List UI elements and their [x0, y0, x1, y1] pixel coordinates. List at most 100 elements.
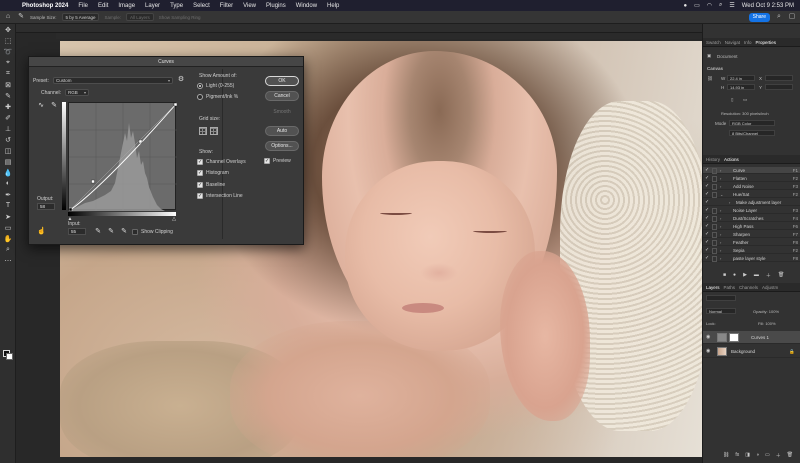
chevron-right-icon[interactable]: › — [720, 231, 721, 238]
chevron-right-icon[interactable]: › — [720, 215, 721, 222]
gradient-tool-icon[interactable]: ▤ — [0, 156, 16, 167]
check-icon[interactable]: ✓ — [705, 239, 709, 246]
curve-edit-points-icon[interactable]: ∿ — [37, 102, 45, 110]
pigment-radio[interactable] — [197, 94, 203, 100]
object-select-tool-icon[interactable]: ⌖ — [0, 57, 16, 68]
channel-dropdown[interactable]: RGB ▾ — [65, 89, 89, 96]
dialog-toggle[interactable] — [712, 239, 717, 246]
stop-icon[interactable]: ■ — [723, 272, 726, 279]
eraser-tool-icon[interactable]: ◫ — [0, 145, 16, 156]
preview-checkbox[interactable]: ✓ — [264, 158, 270, 164]
hand-tool-icon[interactable]: ✋ — [0, 233, 16, 244]
chevron-right-icon[interactable]: › — [720, 167, 721, 174]
document-tab[interactable] — [16, 24, 702, 33]
rectangle-tool-icon[interactable]: ▭ — [0, 222, 16, 233]
options-button[interactable]: Options... — [265, 141, 299, 151]
dialog-toggle[interactable] — [712, 175, 717, 182]
light-radio[interactable] — [197, 83, 203, 89]
tab-properties[interactable]: Properties — [756, 40, 777, 45]
pen-tool-icon[interactable]: ✒ — [0, 189, 16, 200]
dialog-toggle[interactable] — [712, 183, 717, 190]
tab-swatches[interactable]: Swatch — [706, 40, 721, 45]
action-row-sepia[interactable]: ✓ › Sepia F2 — [703, 247, 800, 254]
more-tools-icon[interactable]: ⋯ — [0, 255, 16, 266]
record-icon[interactable]: ● — [733, 272, 736, 279]
curves-dialog-title[interactable]: Curves — [29, 57, 303, 67]
menu-filter[interactable]: Filter — [220, 3, 233, 9]
menu-file[interactable]: File — [78, 3, 88, 9]
tab-channels[interactable]: Channels — [739, 285, 758, 290]
home-icon[interactable]: ⌂ — [4, 13, 12, 21]
menu-edit[interactable]: Edit — [98, 3, 108, 9]
chevron-right-icon[interactable]: › — [720, 239, 721, 246]
show-clipping-checkbox[interactable] — [132, 229, 138, 235]
intersection-line-checkbox[interactable]: ✓ — [197, 193, 203, 199]
status-icon[interactable]: ● — [683, 3, 687, 9]
channel-overlays-checkbox[interactable]: ✓ — [197, 159, 203, 165]
workspace-icon[interactable]: ▢ — [788, 13, 796, 21]
chevron-right-icon[interactable]: › — [729, 199, 730, 206]
menu-select[interactable]: Select — [193, 3, 210, 9]
fill-control[interactable]: Fill: 100% — [758, 321, 776, 326]
layer-row-background[interactable]: ◉ Background 🔒 — [703, 345, 800, 358]
bit-depth-dropdown[interactable]: 8 Bits/Channel — [729, 130, 775, 136]
layer-filter-dropdown[interactable] — [706, 295, 736, 301]
new-layer-icon[interactable]: ＋ — [776, 452, 781, 459]
check-icon[interactable]: ✓ — [705, 199, 709, 206]
tab-actions[interactable]: Actions — [724, 157, 739, 162]
dialog-toggle[interactable] — [712, 223, 717, 230]
eyedropper-tool-icon[interactable]: ✎ — [0, 90, 16, 101]
tab-navigator[interactable]: Navigat — [725, 40, 740, 45]
background-color-swatch[interactable] — [6, 353, 13, 360]
action-row-add-noise[interactable]: ✓ › Add Noise F3 — [703, 183, 800, 190]
healing-tool-icon[interactable]: ✚ — [0, 101, 16, 112]
menu-view[interactable]: View — [243, 3, 256, 9]
white-point-slider-icon[interactable]: △ — [170, 215, 178, 223]
chevron-right-icon[interactable]: › — [720, 255, 721, 262]
layer-row-curves-1[interactable]: ◉ Curves 1 — [703, 331, 800, 344]
tab-info[interactable]: Info — [744, 40, 752, 45]
chevron-down-icon[interactable]: ⌄ — [720, 191, 723, 198]
dialog-toggle[interactable] — [712, 255, 717, 262]
action-row-dust-scratches[interactable]: ✓ › Dust/Scratches F4 — [703, 215, 800, 222]
action-row-sharpen[interactable]: ✓ › Sharpen F7 — [703, 231, 800, 238]
menu-type[interactable]: Type — [170, 3, 183, 9]
tab-history[interactable]: History — [706, 157, 720, 162]
sample-size-dropdown[interactable]: 5 by 5 Average — [61, 13, 100, 21]
path-select-tool-icon[interactable]: ➤ — [0, 211, 16, 222]
blend-mode-dropdown[interactable]: Normal — [706, 308, 736, 314]
menu-plugins[interactable]: Plugins — [266, 3, 286, 9]
tab-paths[interactable]: Paths — [724, 285, 736, 290]
dialog-toggle[interactable] — [712, 167, 717, 174]
crop-tool-icon[interactable]: ⌗ — [0, 68, 16, 79]
zoom-tool-icon[interactable]: ⌕ — [0, 244, 16, 255]
baseline-checkbox[interactable]: ✓ — [197, 182, 203, 188]
link-icon[interactable]: ⛓ — [707, 76, 713, 82]
chevron-right-icon[interactable]: › — [720, 223, 721, 230]
check-icon[interactable]: ✓ — [705, 183, 709, 190]
layer-name[interactable]: Background — [731, 349, 755, 354]
check-icon[interactable]: ✓ — [705, 223, 709, 230]
app-name-menu[interactable]: Photoshop 2024 — [22, 3, 68, 9]
dodge-tool-icon[interactable]: ◐ — [0, 178, 16, 189]
smooth-button[interactable]: Smooth — [265, 107, 299, 117]
eye-icon[interactable]: ◉ — [706, 348, 710, 354]
action-row-flatten[interactable]: ✓ › Flatten F2 — [703, 175, 800, 182]
output-field[interactable]: 58 — [37, 203, 55, 210]
white-eyedropper-icon[interactable]: ✎ — [120, 228, 128, 236]
dialog-toggle[interactable] — [712, 247, 717, 254]
layer-name[interactable]: Curves 1 — [751, 335, 769, 340]
share-button[interactable]: Share — [748, 12, 770, 22]
simple-grid-icon[interactable] — [199, 127, 207, 135]
blur-tool-icon[interactable]: 💧 — [0, 167, 16, 178]
x-field[interactable] — [765, 75, 793, 81]
action-row-curve[interactable]: ✓ › Curve F1 — [703, 167, 800, 174]
action-row-hue-sat[interactable]: ✓ ⌄ Hue/Sat F2 — [703, 191, 800, 198]
chevron-right-icon[interactable]: › — [720, 247, 721, 254]
menu-image[interactable]: Image — [118, 3, 135, 9]
gray-eyedropper-icon[interactable]: ✎ — [107, 228, 115, 236]
tab-adjustments[interactable]: Adjustm — [762, 285, 778, 290]
orientation-portrait-icon[interactable]: ▯ — [731, 97, 733, 103]
battery-icon[interactable]: ▭ — [694, 2, 700, 9]
chevron-right-icon[interactable]: › — [720, 207, 721, 214]
